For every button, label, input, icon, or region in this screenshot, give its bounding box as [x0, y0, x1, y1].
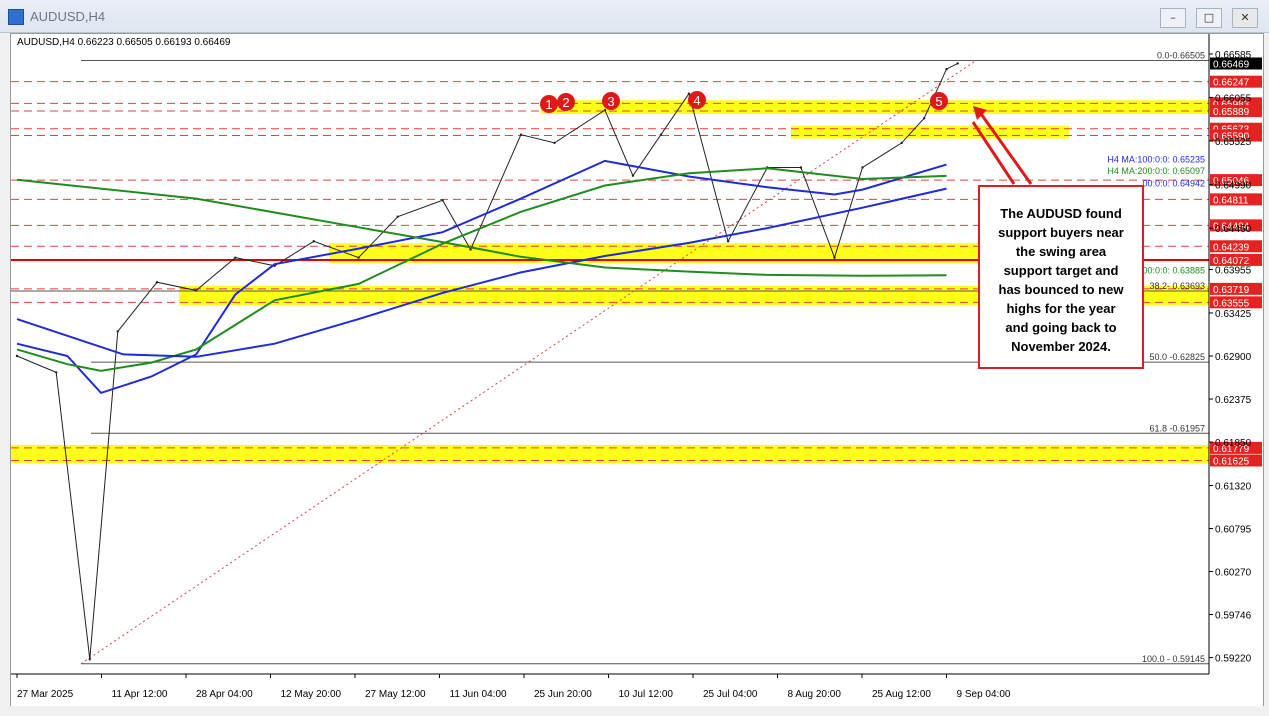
title-bar: AUDUSD,H4 – □ ✕ [0, 0, 1269, 33]
annotation-text-line: and going back to [1005, 320, 1116, 335]
ma-label: 00:0:0: 0.64942 [1142, 179, 1205, 189]
y-tick-label: 0.61320 [1215, 481, 1252, 492]
y-tick-label: 0.59220 [1215, 654, 1252, 665]
price-point [861, 166, 864, 169]
window-title: AUDUSD,H4 [30, 9, 106, 24]
price-point [194, 289, 198, 292]
price-point [469, 248, 472, 251]
chart-window-icon [8, 9, 24, 25]
y-tick-label: 0.63425 [1215, 309, 1252, 320]
level-price-label: 0.65889 [1213, 107, 1250, 118]
level-price-label: 0.64239 [1213, 242, 1250, 253]
annotation-text-line: has bounced to new [999, 282, 1125, 297]
annotation-text-line: support buyers near [998, 225, 1124, 240]
price-point [116, 330, 119, 333]
price-point [441, 199, 444, 202]
x-tick-label: 27 May 12:00 [365, 689, 426, 700]
x-tick-label: 11 Jun 04:00 [450, 689, 508, 700]
price-point [357, 256, 360, 259]
price-point [659, 133, 663, 136]
price-point [956, 62, 959, 65]
level-price-label: 0.63555 [1213, 298, 1250, 309]
price-point [54, 371, 58, 374]
price-point [234, 256, 237, 259]
ma-label: H4 MA:100:0:0: 0.65235 [1107, 155, 1205, 165]
moving-average-line [16, 159, 947, 395]
price-point [900, 141, 903, 145]
fibonacci-label: 38.2- 0.63693 [1149, 281, 1205, 291]
status-bar [0, 706, 1269, 716]
x-tick-label: 10 Jul 12:00 [619, 689, 674, 700]
annotation-text-line: support target and [1004, 263, 1119, 278]
level-price-label: 0.61625 [1213, 456, 1250, 467]
price-point [312, 240, 315, 243]
price-point [631, 174, 635, 177]
x-tick-label: 25 Aug 12:00 [872, 689, 931, 700]
level-price-label: 0.64811 [1213, 195, 1249, 206]
level-price-label: 0.66247 [1213, 78, 1250, 89]
annotation-text-line: November 2024. [1011, 339, 1111, 354]
y-tick-label: 0.60795 [1215, 525, 1252, 536]
y-tick-label: 0.63955 [1215, 266, 1252, 277]
ma-label: H4 MA:200:0:0: 0.65097 [1107, 166, 1205, 176]
swing-high-marker-label: 5 [935, 94, 942, 109]
price-chart[interactable]: 0.662470.659830.658890.656730.655900.650… [11, 34, 1263, 706]
price-point [922, 117, 926, 120]
price-point [155, 281, 159, 284]
price-point [945, 67, 948, 71]
price-point [15, 354, 19, 358]
ma-label: 00:0:0: 0.63885 [1142, 265, 1205, 275]
x-tick-label: 11 Apr 12:00 [112, 689, 168, 700]
annotation-text-line: The AUDUSD found [1000, 206, 1122, 221]
price-point [726, 240, 730, 243]
x-tick-label: 8 Aug 20:00 [788, 689, 842, 700]
price-point [603, 108, 607, 112]
support-zone [541, 100, 1209, 115]
price-point [553, 141, 556, 145]
y-tick-label: 0.65525 [1215, 137, 1252, 148]
fibonacci-label: 61.8 -0.61957 [1149, 423, 1205, 433]
swing-high-marker-label: 1 [545, 97, 552, 112]
price-point [687, 92, 691, 95]
y-tick-label: 0.59746 [1215, 610, 1252, 621]
close-icon[interactable]: ✕ [1232, 8, 1258, 28]
moving-average-line [16, 167, 947, 372]
price-point [799, 166, 803, 169]
price-point [519, 133, 523, 136]
restore-icon[interactable]: □ [1196, 8, 1222, 28]
y-tick-label: 0.62375 [1215, 395, 1252, 406]
swing-high-marker-label: 3 [607, 94, 614, 109]
minimize-icon[interactable]: – [1160, 8, 1186, 28]
y-tick-label: 0.64990 [1215, 181, 1252, 192]
annotation-text-line: the swing area [1016, 244, 1107, 259]
fibonacci-label: 100.0 - 0.59145 [1142, 654, 1205, 664]
y-tick-label: 0.61850 [1215, 438, 1252, 449]
x-tick-label: 28 Apr 04:00 [196, 689, 253, 700]
swing-high-marker-label: 2 [562, 95, 569, 110]
x-tick-label: 25 Jun 20:00 [534, 689, 592, 700]
moving-average-line [16, 187, 947, 358]
price-point [833, 256, 836, 259]
chart-area[interactable]: 0.662470.659830.658890.656730.655900.650… [10, 33, 1264, 707]
y-tick-label: 0.64460 [1215, 224, 1252, 235]
chart-header: AUDUSD,H4 0.66223 0.66505 0.66193 0.6646… [17, 37, 231, 48]
fibonacci-label: 50.0 -0.62825 [1149, 352, 1205, 362]
price-point [88, 658, 91, 661]
y-tick-label: 0.60270 [1215, 568, 1252, 579]
x-tick-label: 12 May 20:00 [281, 689, 342, 700]
x-tick-label: 27 Mar 2025 [17, 689, 74, 700]
terminal-window: AUDUSD,H4 – □ ✕ 0.66247 0.65983 0.65889 0.6… [0, 0, 1269, 716]
swing-high-marker-label: 4 [693, 93, 700, 108]
y-tick-label: 0.62900 [1215, 352, 1252, 363]
x-tick-label: 25 Jul 04:00 [703, 689, 758, 700]
fibonacci-label: 0.0-0.66505 [1157, 51, 1205, 61]
price-point [396, 215, 399, 218]
annotation-text-line: highs for the year [1006, 301, 1115, 316]
x-tick-label: 9 Sep 04:00 [957, 689, 1011, 700]
support-zone [791, 125, 1069, 139]
current-price-label: 0.66469 [1213, 59, 1250, 70]
level-price-label: 0.63719 [1213, 285, 1250, 296]
y-tick-label: 0.66055 [1215, 93, 1252, 104]
